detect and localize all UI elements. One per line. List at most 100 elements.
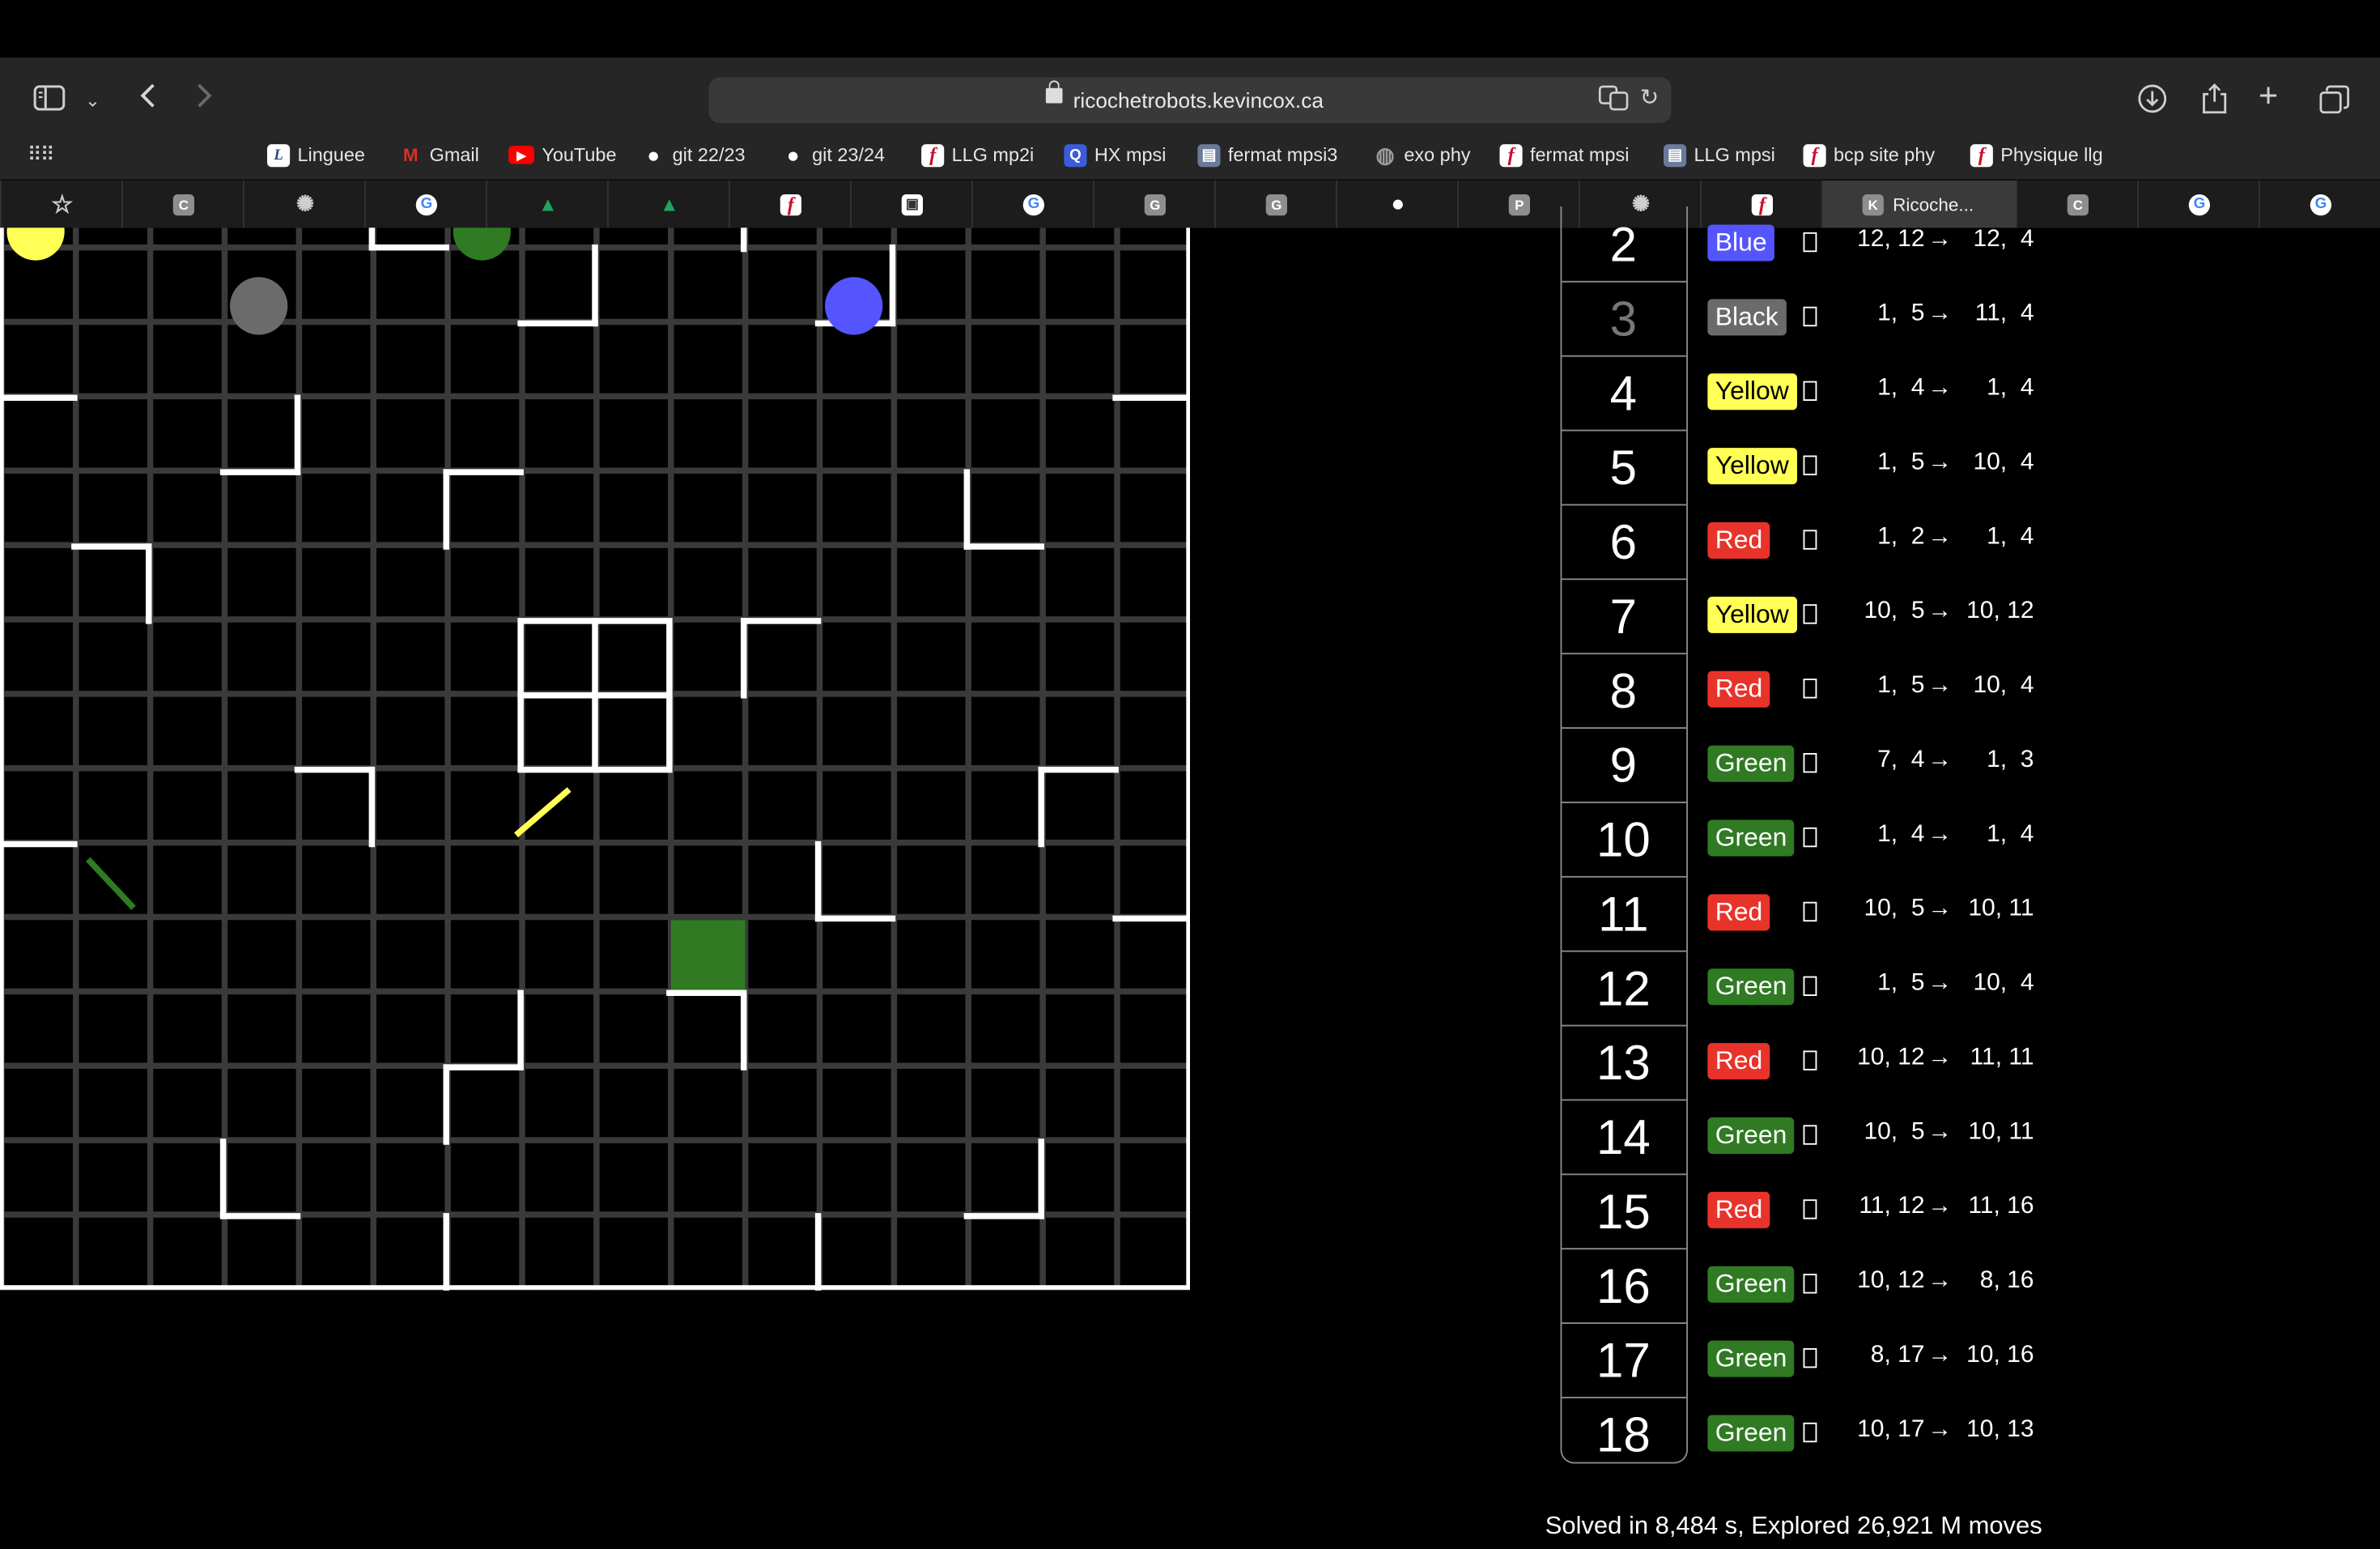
move-row[interactable]: 14 Green 10, 5 → 10, 11 (1560, 1099, 2077, 1174)
move-to: 10, 12 (1966, 598, 2034, 624)
move-to: 10, 11 (1968, 1118, 2034, 1145)
tab-pinned-star[interactable]: ☆ (0, 181, 123, 228)
address-bar[interactable]: ricochetrobots.kevincox.ca ↻ (708, 77, 1672, 123)
checkbox-icon (1803, 455, 1817, 475)
flash-icon: f (780, 192, 801, 215)
sidebar-toggle-icon[interactable] (33, 85, 66, 118)
bookmark-item[interactable]: f LLG mp2i (921, 141, 1034, 168)
tab[interactable]: ▲ (486, 181, 609, 228)
bookmark-item[interactable]: ● git 23/24 (782, 141, 885, 168)
tab[interactable]: G (2137, 181, 2260, 228)
move-number: 18 (1596, 1407, 1651, 1462)
move-from: 7, 4 (1877, 747, 1925, 773)
bookmark-item[interactable]: ◍ exo phy (1374, 141, 1470, 168)
arrow-icon: → (1927, 672, 1953, 699)
checkbox-icon (1803, 1199, 1817, 1219)
checkbox-icon (1803, 306, 1817, 327)
move-row[interactable]: 8 Red 1, 5 → 10, 4 (1560, 653, 2077, 727)
tab[interactable]: G (1093, 181, 1216, 228)
move-number: 15 (1596, 1184, 1651, 1240)
tab[interactable]: ✺ (243, 181, 366, 228)
tab[interactable]: G (971, 181, 1094, 228)
drive-icon: ▲ (659, 193, 679, 216)
move-row[interactable]: 5 Yellow 1, 5 → 10, 4 (1560, 429, 2077, 504)
move-to: 1, 4 (1987, 523, 2034, 550)
youtube-icon: ▶ (508, 146, 534, 164)
move-from: 11, 12 (1859, 1193, 1925, 1219)
arrow-icon: → (1927, 970, 1953, 996)
move-row[interactable]: 12 Green 1, 5 → 10, 4 (1560, 950, 2077, 1025)
bookmark-item[interactable]: L Linguee (267, 141, 365, 168)
move-from: 10, 17 (1857, 1416, 1925, 1443)
new-tab-icon[interactable]: + (2259, 79, 2278, 112)
tab[interactable]: ▣ (850, 181, 973, 228)
bookmark-label: bcp site phy (1834, 144, 1936, 166)
arrow-icon: → (1927, 821, 1953, 848)
apps-grid-icon[interactable]: ⠿⠿ (28, 140, 55, 171)
row-separator (1560, 653, 1687, 655)
move-from: 10, 5 (1864, 1118, 1925, 1145)
move-to: 1, 3 (1987, 747, 2034, 773)
p-icon: P (1508, 194, 1530, 215)
row-separator (1560, 727, 1687, 729)
move-row[interactable]: 11 Red 10, 5 → 10, 11 (1560, 875, 2077, 951)
bookmark-item[interactable]: f Physique llg (1970, 141, 2103, 168)
share-icon[interactable] (2201, 82, 2229, 123)
arrow-icon: → (1927, 598, 1953, 624)
move-row[interactable]: 18 Green 10, 17 → 10, 13 (1560, 1397, 2077, 1471)
bookmark-item[interactable]: ▶ YouTube (508, 141, 616, 168)
checkbox-icon (1803, 530, 1817, 550)
move-row[interactable]: 15 Red 11, 12 → 11, 16 (1560, 1173, 2077, 1248)
image-icon: ▣ (901, 194, 923, 215)
chevron-down-icon[interactable]: ⌄ (85, 85, 100, 116)
google-icon: G (2310, 194, 2331, 215)
move-from: 10, 12 (1857, 1267, 1925, 1294)
back-icon[interactable] (137, 82, 158, 117)
tab[interactable]: ▲ (607, 181, 730, 228)
checkbox-icon (1803, 1422, 1817, 1443)
move-from: 1, 2 (1877, 523, 1925, 550)
tab[interactable]: C (121, 181, 244, 228)
bookmark-item[interactable]: ▤ fermat mpsi3 (1197, 141, 1337, 168)
bookmark-item[interactable]: Q HX mpsi (1064, 141, 1166, 168)
move-row[interactable]: 6 Red 1, 2 → 1, 4 (1560, 504, 2077, 579)
checkbox-icon (1803, 232, 1817, 253)
forward-icon[interactable] (194, 82, 215, 117)
robot (453, 228, 511, 261)
bookmark-item[interactable]: f fermat mpsi (1499, 141, 1629, 168)
move-from: 8, 17 (1870, 1342, 1925, 1368)
move-to: 11, 16 (1968, 1193, 2034, 1219)
move-to: 12, 4 (1973, 226, 2034, 253)
move-row[interactable]: 16 Green 10, 12 → 8, 16 (1560, 1248, 2077, 1322)
move-row[interactable]: 4 Yellow 1, 4 → 1, 4 (1560, 355, 2077, 430)
move-row[interactable]: 2 Blue 12, 12 → 12, 4 (1561, 206, 2077, 281)
tab[interactable]: G (364, 181, 487, 228)
downloads-icon[interactable] (2137, 83, 2168, 121)
tab[interactable]: ● (1336, 181, 1459, 228)
bookmark-item[interactable]: ● git 22/23 (642, 141, 745, 168)
bookmark-label: Gmail (429, 144, 479, 166)
row-separator (1560, 429, 1687, 432)
move-row[interactable]: 9 Green 7, 4 → 1, 3 (1560, 727, 2077, 802)
move-row[interactable]: 10 Green 1, 4 → 1, 4 (1560, 802, 2077, 876)
status-text: Solved in 8,484 s, Explored 26,921 M mov… (1545, 1512, 2042, 1540)
bookmark-item[interactable]: M Gmail (399, 141, 479, 168)
arrow-icon: → (1927, 1045, 1953, 1070)
tab[interactable]: G (1214, 181, 1337, 228)
row-separator (1560, 1099, 1687, 1101)
tab-overview-icon[interactable] (2319, 85, 2350, 121)
bookmark-item[interactable]: f bcp site phy (1803, 141, 1936, 168)
move-to: 10, 4 (1973, 672, 2034, 699)
arrow-icon: → (1927, 226, 1953, 253)
tab[interactable]: f (729, 181, 852, 228)
move-number: 7 (1609, 589, 1637, 645)
move-row[interactable]: 3 Black 1, 5 → 11, 4 (1560, 280, 2077, 355)
move-row[interactable]: 13 Red 10, 12 → 11, 11 (1560, 1024, 2077, 1100)
move-row[interactable]: 17 Green 8, 17 → 10, 16 (1560, 1322, 2077, 1397)
bookmark-item[interactable]: ▤ LLG mpsi (1664, 141, 1775, 168)
reload-icon[interactable]: ↻ (1640, 83, 1660, 111)
move-row[interactable]: 7 Yellow 10, 5 → 10, 12 (1560, 578, 2077, 653)
translate-icon[interactable] (1598, 85, 1629, 116)
tab[interactable]: G (2259, 181, 2380, 228)
game-board[interactable] (0, 228, 1190, 1291)
